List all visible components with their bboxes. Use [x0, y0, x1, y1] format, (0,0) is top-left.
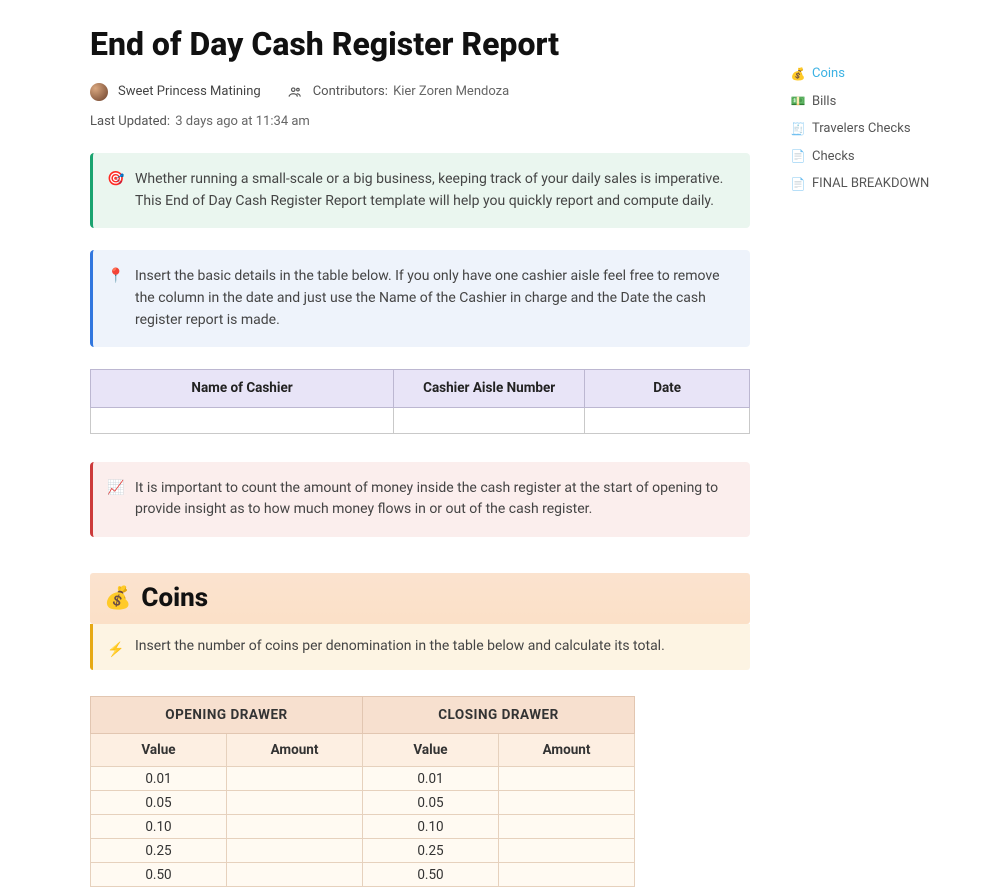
cell-open_value[interactable]: 0.25: [91, 839, 227, 863]
table-row[interactable]: 0.50 0.50: [91, 863, 635, 887]
cell-close_amount[interactable]: [499, 791, 635, 815]
callout-intro-text: Whether running a small-scale or a big b…: [135, 171, 723, 209]
author-name[interactable]: Sweet Princess Matining: [118, 82, 261, 102]
section-title-coins: Coins: [141, 579, 208, 618]
header-opening-drawer: OPENING DRAWER: [91, 696, 363, 733]
callout-count-hint: 📈 It is important to count the amount of…: [90, 462, 750, 537]
meta-row: Sweet Princess Matining Contributors: Ki…: [90, 82, 750, 131]
callout-coins-text: Insert the number of coins per denominat…: [135, 638, 665, 654]
cell-open_value[interactable]: 0.10: [91, 815, 227, 839]
cell-close_value[interactable]: 0.01: [363, 767, 499, 791]
toc-icon: 💵: [790, 92, 806, 110]
pin-icon: 📍: [107, 266, 124, 288]
cell-close_amount[interactable]: [499, 839, 635, 863]
contributors-value[interactable]: Kier Zoren Mendoza: [393, 84, 509, 99]
target-icon: 🎯: [107, 169, 124, 191]
col-header-cashier: Name of Cashier: [91, 370, 394, 407]
table-row[interactable]: 0.10 0.10: [91, 815, 635, 839]
cell-close_value[interactable]: 0.25: [363, 839, 499, 863]
callout-details-text: Insert the basic details in the table be…: [135, 268, 720, 327]
toc-label: Checks: [812, 147, 855, 167]
lightning-icon: ⚡: [107, 640, 124, 662]
cell-close_value[interactable]: 0.50: [363, 863, 499, 887]
table-row[interactable]: [91, 407, 750, 433]
table-row[interactable]: 0.25 0.25: [91, 839, 635, 863]
moneybag-icon: 💰: [104, 582, 131, 615]
table-row[interactable]: 0.01 0.01: [91, 767, 635, 791]
cell-open_amount[interactable]: [227, 815, 363, 839]
subheader-open-value: Value: [91, 734, 227, 767]
cell-open_amount[interactable]: [227, 863, 363, 887]
table-row[interactable]: 0.05 0.05: [91, 791, 635, 815]
cell-date[interactable]: [585, 407, 750, 433]
toc-item-travelers-checks[interactable]: 🧾 Travelers Checks: [790, 115, 987, 143]
page-title: End of Day Cash Register Report: [90, 20, 750, 68]
toc-icon: 💰: [790, 65, 806, 83]
subheader-open-amount: Amount: [227, 734, 363, 767]
toc-icon: 📄: [790, 147, 806, 165]
toc-item-bills[interactable]: 💵 Bills: [790, 88, 987, 116]
toc-label: Travelers Checks: [812, 119, 911, 139]
last-updated-label: Last Updated:: [90, 114, 170, 129]
callout-details-hint: 📍 Insert the basic details in the table …: [90, 250, 750, 347]
toc-label: FINAL BREAKDOWN: [812, 174, 929, 194]
subheader-close-value: Value: [363, 734, 499, 767]
cell-close_value[interactable]: 0.05: [363, 791, 499, 815]
cell-aisle[interactable]: [394, 407, 585, 433]
toc-item-coins[interactable]: 💰 Coins: [790, 60, 987, 88]
cell-open_amount[interactable]: [227, 839, 363, 863]
main-content: End of Day Cash Register Report Sweet Pr…: [0, 0, 790, 887]
cell-open_value[interactable]: 0.05: [91, 791, 227, 815]
callout-count-text: It is important to count the amount of m…: [135, 480, 718, 518]
cell-open_amount[interactable]: [227, 767, 363, 791]
toc-item-final-breakdown[interactable]: 📄 FINAL BREAKDOWN: [790, 170, 987, 198]
subheader-close-amount: Amount: [499, 734, 635, 767]
cell-open_value[interactable]: 0.50: [91, 863, 227, 887]
section-head-coins: 💰 Coins: [90, 573, 750, 624]
toc-label: Bills: [812, 92, 836, 112]
cell-open_amount[interactable]: [227, 791, 363, 815]
contributors-label: Contributors:: [313, 84, 388, 99]
toc-icon: 📄: [790, 175, 806, 193]
author-avatar[interactable]: [90, 83, 108, 101]
col-header-date: Date: [585, 370, 750, 407]
cell-open_value[interactable]: 0.01: [91, 767, 227, 791]
cell-close_amount[interactable]: [499, 767, 635, 791]
cashier-details-table: Name of Cashier Cashier Aisle Number Dat…: [90, 369, 750, 433]
last-updated-value: 3 days ago at 11:34 am: [175, 114, 310, 129]
col-header-aisle: Cashier Aisle Number: [394, 370, 585, 407]
coins-table: OPENING DRAWER CLOSING DRAWER Value Amou…: [90, 696, 635, 887]
cell-close_value[interactable]: 0.10: [363, 815, 499, 839]
callout-intro: 🎯 Whether running a small-scale or a big…: [90, 153, 750, 228]
cell-close_amount[interactable]: [499, 863, 635, 887]
toc-label: Coins: [812, 64, 845, 84]
cell-cashier[interactable]: [91, 407, 394, 433]
callout-coins-hint: ⚡ Insert the number of coins per denomin…: [90, 624, 750, 670]
header-closing-drawer: CLOSING DRAWER: [363, 696, 635, 733]
toc-item-checks[interactable]: 📄 Checks: [790, 143, 987, 171]
cell-close_amount[interactable]: [499, 815, 635, 839]
toc-icon: 🧾: [790, 120, 806, 138]
table-of-contents: 💰 Coins 💵 Bills 🧾 Travelers Checks 📄 Checks 📄 FIN…: [790, 0, 997, 887]
contributors-icon: [287, 84, 303, 100]
chart-icon: 📈: [107, 478, 124, 500]
